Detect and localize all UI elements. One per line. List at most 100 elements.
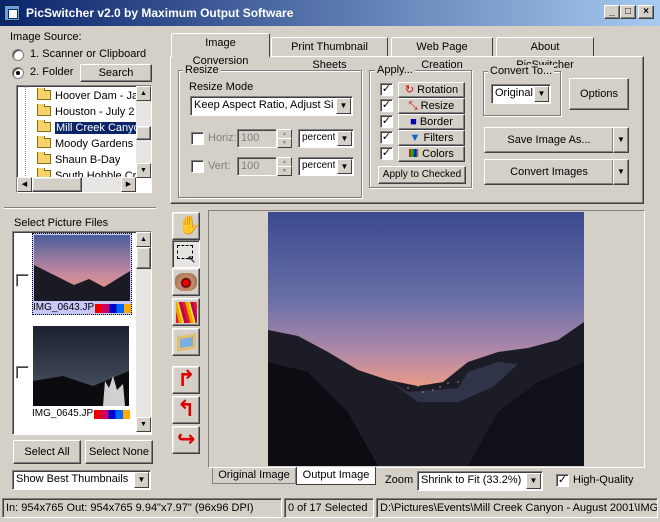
zoom-select[interactable]: Shrink to Fit (33.2%) ▼ (417, 471, 543, 491)
folder-item[interactable]: Moody Gardens (37, 136, 133, 152)
colors-checkbox[interactable]: ✓ (380, 147, 393, 160)
horiz-input[interactable]: 100 (237, 129, 277, 148)
scroll-up-icon[interactable]: ▲ (136, 232, 151, 247)
preview-pane[interactable] (208, 210, 645, 468)
applied-filters-icon (94, 410, 130, 419)
convert-dropdown-chevron-icon[interactable]: ▼ (613, 159, 629, 185)
file-thumb-selected[interactable]: IMG_0643.JP (32, 233, 132, 315)
options-button[interactable]: Options (569, 78, 629, 110)
folder-item[interactable]: Houston - July 2 (37, 104, 134, 120)
chevron-down-icon[interactable]: ▼ (526, 473, 541, 489)
select-all-button[interactable]: Select All (13, 440, 81, 464)
tree-line (25, 86, 26, 182)
file-checkbox[interactable] (16, 366, 29, 379)
title-bar: PicSwitcher v2.0 by Maximum Output Softw… (0, 0, 660, 26)
scanner-radio[interactable] (12, 49, 24, 61)
folder-icon (37, 104, 51, 116)
maximize-button[interactable]: □ (620, 5, 636, 19)
flip-icon: ↪ (177, 426, 196, 451)
rotate-right-button[interactable]: ↱ (172, 366, 200, 394)
resize-icon: ⤡ (408, 100, 418, 112)
scroll-thumb[interactable] (136, 247, 151, 269)
window-title: PicSwitcher v2.0 by Maximum Output Softw… (26, 6, 294, 20)
folder-tree-vscroll[interactable]: ▲ ▼ (136, 86, 151, 178)
hand-icon: ✋ (178, 215, 201, 235)
tab-original-image[interactable]: Original Image (212, 468, 296, 484)
vert-checkbox[interactable] (191, 160, 204, 173)
hand-tool-button[interactable]: ✋ (172, 212, 200, 240)
frame-tool-button[interactable] (172, 328, 200, 356)
select-none-button[interactable]: Select None (85, 440, 153, 464)
scanner-option-label[interactable]: 1. Scanner or Clipboard (30, 48, 146, 60)
tab-image-conversion[interactable]: Image Conversion (171, 33, 270, 67)
splitter[interactable] (4, 207, 156, 209)
scroll-right-icon[interactable]: ▶ (121, 177, 136, 192)
close-button[interactable]: × (638, 5, 654, 19)
folder-item[interactable]: Hoover Dam - Ja (37, 88, 138, 104)
folder-icon (37, 120, 51, 132)
filters-button[interactable]: ▼ Filters (398, 130, 465, 146)
colors-button[interactable]: Colors (398, 146, 465, 162)
rotate-left-button[interactable]: ↰ (172, 396, 200, 424)
high-quality-label: High-Quality (573, 474, 634, 486)
chevron-down-icon[interactable]: ▼ (134, 472, 149, 488)
resize-button[interactable]: ⤡ Resize (398, 98, 465, 114)
tab-print-thumbnail-sheets[interactable]: Print Thumbnail Sheets (271, 37, 388, 71)
border-checkbox[interactable]: ✓ (380, 115, 393, 128)
tab-web-page-creation[interactable]: Web Page Creation (391, 37, 493, 71)
tab-about[interactable]: About PicSwitcher (496, 37, 594, 71)
spin-down-icon[interactable]: ▼ (277, 138, 292, 148)
folder-radio[interactable] (12, 67, 24, 79)
scroll-left-icon[interactable]: ◀ (17, 177, 32, 192)
folder-tree-hscroll[interactable]: ◀ ▶ (17, 177, 136, 192)
save-image-as-button[interactable]: Save Image As... (484, 127, 614, 153)
folder-tree[interactable]: Hoover Dam - Ja Houston - July 2 Mill Cr… (16, 85, 152, 193)
flip-button[interactable]: ↪ (172, 426, 200, 454)
resize-checkbox[interactable]: ✓ (380, 99, 393, 112)
spin-down-icon[interactable]: ▼ (277, 166, 292, 176)
folder-option-label[interactable]: 2. Folder (30, 66, 73, 78)
scroll-down-icon[interactable]: ▼ (136, 417, 151, 432)
high-quality-checkbox[interactable]: ✓ (556, 474, 569, 487)
chevron-down-icon[interactable]: ▼ (337, 131, 352, 146)
rotate-left-icon: ↰ (177, 396, 196, 421)
rotation-button[interactable]: ↻ Rotation (398, 82, 465, 98)
colors-tool-button[interactable] (172, 298, 200, 326)
folder-item-selected[interactable]: Mill Creek Canyon (37, 120, 147, 136)
thumbnail-image (34, 235, 130, 301)
vert-spinner[interactable]: ▲ ▼ (277, 157, 292, 176)
vert-input[interactable]: 100 (237, 157, 277, 176)
tab-output-image[interactable]: Output Image (296, 467, 376, 485)
app-icon[interactable] (4, 5, 20, 21)
horiz-spinner[interactable]: ▲ ▼ (277, 129, 292, 148)
search-button[interactable]: Search (80, 64, 152, 82)
file-list-scroll[interactable]: ▲ ▼ (136, 232, 151, 432)
folder-item[interactable]: Shaun B-Day (37, 152, 120, 168)
border-button[interactable]: ■ Border (398, 114, 465, 130)
resize-mode-select[interactable]: Keep Aspect Ratio, Adjust Siz ▼ (190, 96, 353, 116)
minimize-button[interactable]: _ (604, 5, 620, 19)
file-checkbox[interactable] (16, 274, 29, 287)
horiz-checkbox[interactable] (191, 132, 204, 145)
file-list[interactable]: IMG_0643.JP IMG_0645.JP ▲ ▼ (12, 231, 152, 435)
select-tool-button[interactable]: ↖ (172, 240, 200, 268)
scroll-up-icon[interactable]: ▲ (136, 86, 151, 101)
vert-unit-select[interactable]: percent ▼ (298, 157, 354, 176)
status-selected-count: 0 of 17 Selected (284, 498, 374, 518)
thumbnail-mode-select[interactable]: Show Best Thumbnails ▼ (12, 470, 151, 490)
format-select[interactable]: Original ▼ (491, 84, 551, 104)
red-eye-tool-button[interactable] (172, 268, 200, 296)
apply-to-checked-button[interactable]: Apply to Checked (378, 166, 466, 184)
chevron-down-icon[interactable]: ▼ (337, 159, 352, 174)
file-thumb[interactable]: IMG_0645.JP (32, 326, 132, 426)
save-dropdown-chevron-icon[interactable]: ▼ (613, 127, 629, 153)
convert-images-button[interactable]: Convert Images (484, 159, 614, 185)
chevron-down-icon[interactable]: ▼ (534, 86, 549, 102)
scroll-down-icon[interactable]: ▼ (136, 163, 151, 178)
rotation-checkbox[interactable]: ✓ (380, 83, 393, 96)
scroll-thumb[interactable] (136, 126, 151, 140)
filters-checkbox[interactable]: ✓ (380, 131, 393, 144)
chevron-down-icon[interactable]: ▼ (336, 98, 351, 114)
horiz-unit-select[interactable]: percent ▼ (298, 129, 354, 148)
hscroll-thumb[interactable] (32, 177, 82, 192)
